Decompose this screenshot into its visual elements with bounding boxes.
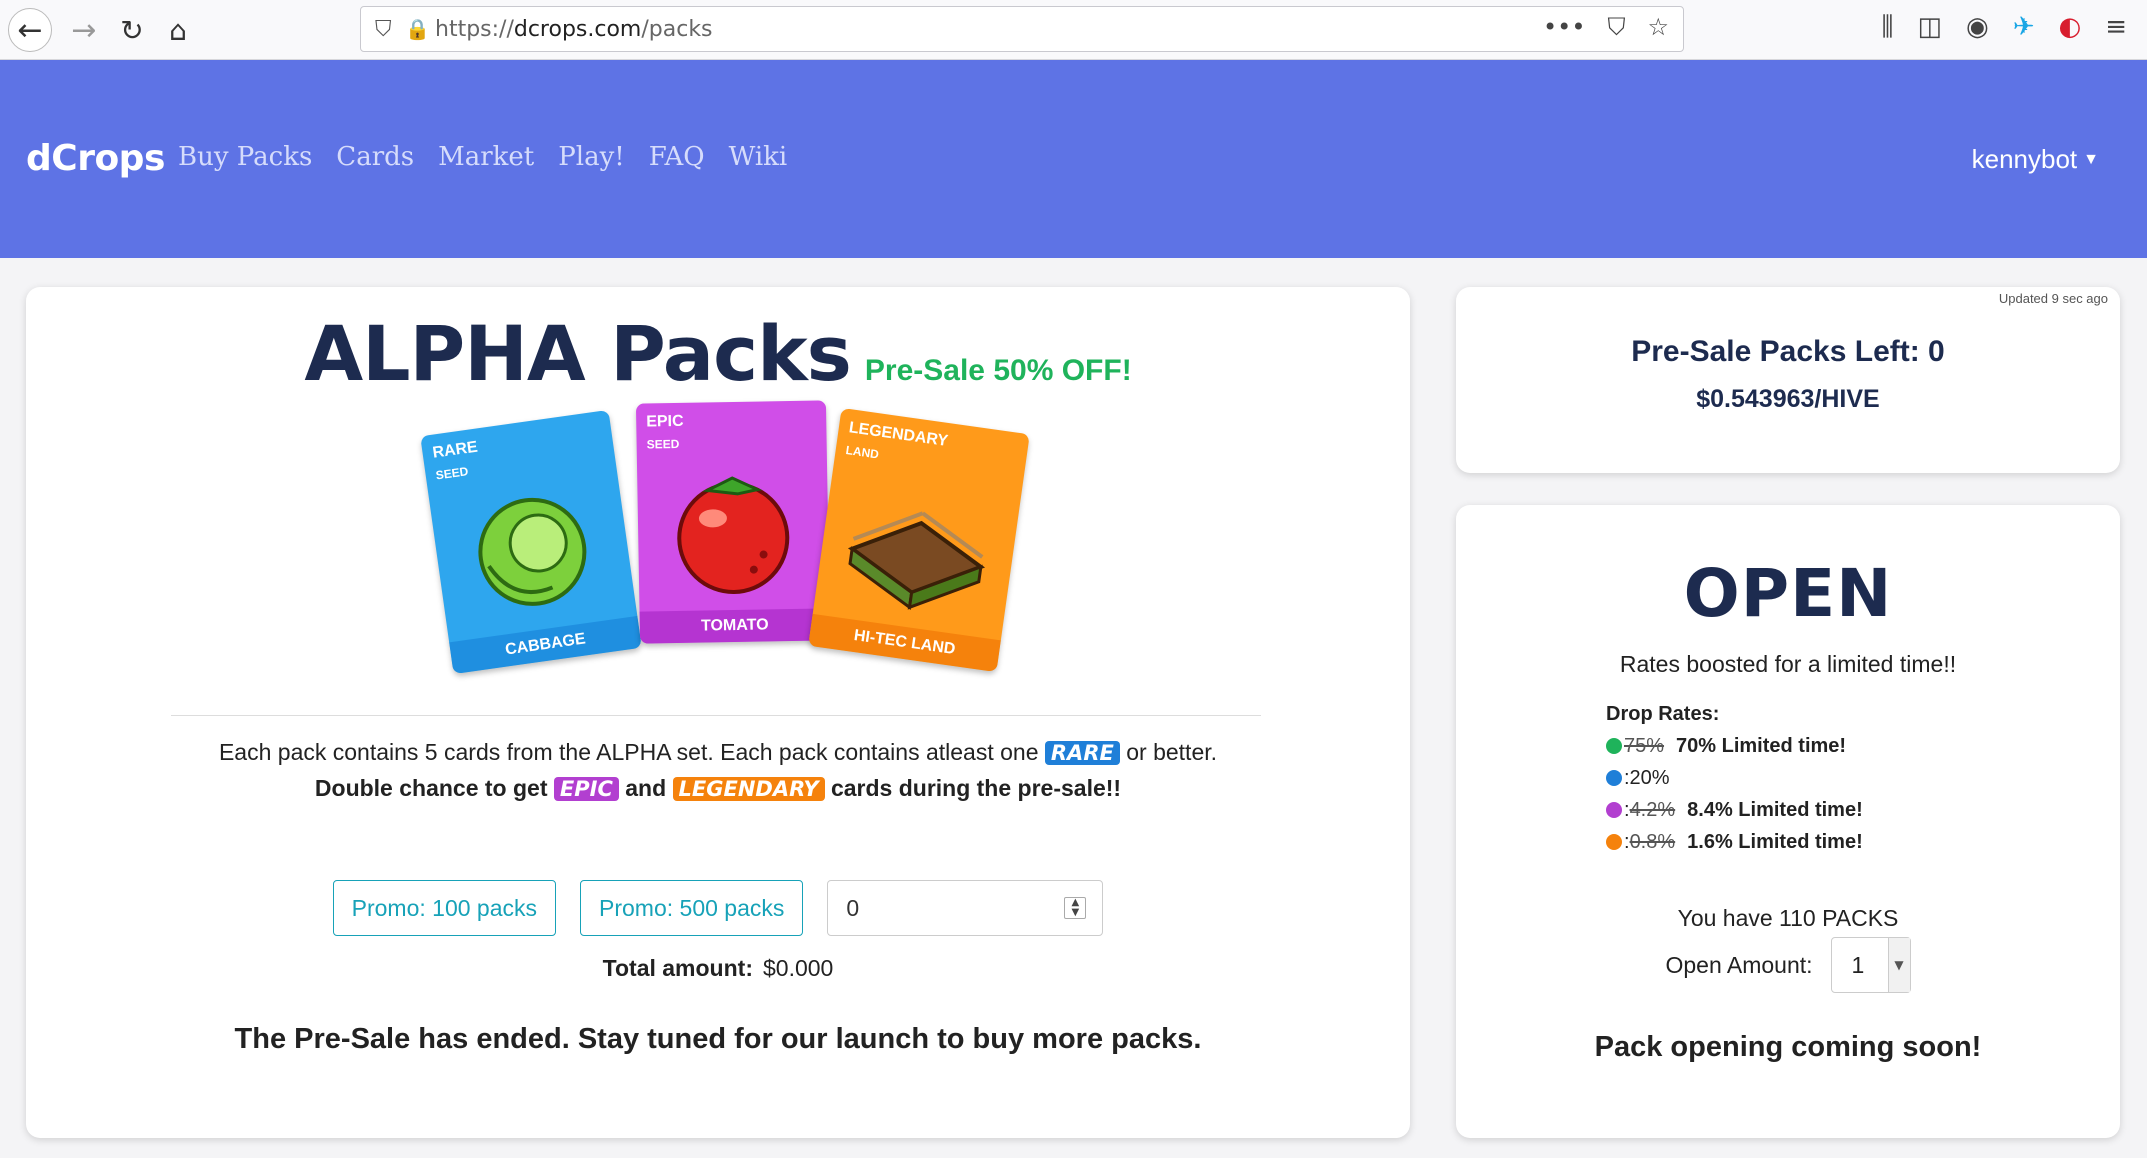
purchase-controls: Promo: 100 packs Promo: 500 packs 0 ▲ ▼	[26, 880, 1410, 936]
more-icon[interactable]: •••	[1543, 13, 1585, 41]
nav-link-buy-packs[interactable]: Buy Packs	[178, 142, 312, 172]
caret-down-icon: ▼	[2083, 151, 2099, 168]
tomato-icon	[677, 476, 790, 594]
promo-100-button[interactable]: Promo: 100 packs	[332, 880, 556, 936]
new-rate: 8.4% Limited time!	[1687, 798, 1863, 821]
land-icon	[847, 511, 986, 611]
open-amount-select[interactable]: 1 ▼	[1830, 937, 1911, 993]
reload-icon[interactable]: ↻	[110, 8, 154, 52]
legendary-tag: LEGENDARY	[672, 777, 825, 801]
presale-status-card: Updated 9 sec ago Pre-Sale Packs Left: 0…	[1456, 287, 2120, 473]
nav-link-cards[interactable]: Cards	[336, 142, 414, 172]
card-type: LAND	[844, 443, 880, 462]
total-label: Total amount:	[602, 955, 753, 981]
card-name: TOMATO	[639, 608, 831, 644]
username: kennybot	[1971, 144, 2078, 174]
rate-value: :20%	[1624, 766, 1670, 789]
open-title: OPEN	[1683, 555, 1893, 632]
hive-price: $0.543963/HIVE	[1696, 385, 1880, 413]
nav-links: Buy Packs Cards Market Play! FAQ Wiki	[178, 142, 787, 172]
drop-rate-row: :20%	[1606, 762, 1863, 794]
open-packs-card: OPEN Rates boosted for a limited time!! …	[1456, 505, 2120, 1138]
site-navbar: dCrops Buy Packs Cards Market Play! FAQ …	[0, 60, 2147, 258]
epic-tag: EPIC	[553, 777, 619, 801]
shield-icon[interactable]: ⛉	[375, 17, 405, 42]
rare-dot-icon	[1606, 770, 1622, 786]
card-cabbage: RARE SEED CABBAGE	[420, 409, 642, 675]
lock-icon[interactable]: 🔒	[405, 17, 435, 41]
address-bar[interactable]: ⛉ 🔒 https://dcrops.com/packs ••• ⛉ ☆	[360, 6, 1684, 52]
url-text[interactable]: https://dcrops.com/packs	[435, 17, 713, 42]
promo-500-button[interactable]: Promo: 500 packs	[580, 880, 804, 936]
packs-left: Pre-Sale Packs Left: 0	[1631, 335, 1945, 368]
new-rate: 70% Limited time!	[1676, 734, 1847, 757]
old-rate: 75%	[1624, 734, 1665, 757]
home-icon[interactable]: ⌂	[156, 8, 200, 52]
quantity-input[interactable]: 0 ▲ ▼	[827, 880, 1104, 936]
card-type: SEED	[434, 464, 470, 483]
forward-icon[interactable]: →	[62, 8, 106, 52]
card-rarity: EPIC	[646, 412, 684, 431]
back-icon[interactable]: ←	[8, 8, 52, 52]
nav-link-play[interactable]: Play!	[558, 142, 624, 172]
legendary-dot-icon	[1606, 834, 1622, 850]
sale-badge: Pre-Sale 50% OFF!	[864, 354, 1132, 387]
epic-dot-icon	[1606, 802, 1622, 818]
card-rarity: RARE	[431, 438, 479, 462]
drop-rate-row: : 4.2% 8.4% Limited time!	[1606, 794, 1863, 826]
stepper-icon[interactable]: ▲ ▼	[1064, 897, 1087, 919]
library-icon[interactable]: ⫼	[1881, 12, 1893, 43]
nav-link-faq[interactable]: FAQ	[649, 142, 705, 172]
double-text: and	[625, 775, 667, 801]
new-rate: 1.6% Limited time!	[1687, 830, 1863, 853]
sidebar-icon[interactable]: ◫	[1917, 12, 1942, 43]
double-chance-text: Double chance to get EPIC and LEGENDARY …	[26, 775, 1410, 802]
old-rate: 4.2%	[1629, 798, 1676, 821]
double-text: cards during the pre-sale!!	[830, 775, 1122, 801]
old-rate: 0.8%	[1629, 830, 1676, 853]
open-amount-row: Open Amount: 1 ▼	[1456, 937, 2120, 993]
browser-toolbar: ← → ↻ ⌂ ⛉ 🔒 https://dcrops.com/packs •••…	[0, 0, 2147, 60]
account-icon[interactable]: ◉	[1966, 12, 1989, 43]
description-text: or better.	[1126, 739, 1218, 765]
total-value: $0.000	[762, 955, 834, 981]
total-amount: Total amount: $0.000	[26, 955, 1410, 982]
card-hi-tec-land: LEGENDARY LAND HI-TEC LAND	[808, 407, 1030, 673]
description-text: Each pack contains 5 cards from the ALPH…	[218, 739, 1039, 765]
drop-rates-title: Drop Rates:	[1606, 703, 1720, 725]
nav-link-market[interactable]: Market	[438, 142, 534, 172]
drop-rate-row: 75% 70% Limited time!	[1606, 730, 1863, 762]
rare-dot-icon	[1606, 738, 1622, 754]
quantity-value: 0	[846, 894, 860, 921]
chevron-down-icon[interactable]: ▼	[1887, 938, 1910, 992]
coming-soon-message: Pack opening coming soon!	[1594, 1031, 1982, 1063]
cabbage-icon	[478, 497, 587, 606]
extension-icon[interactable]: ◐	[2059, 12, 2082, 43]
extension-icon[interactable]: ✈	[2013, 12, 2035, 43]
user-menu[interactable]: kennybot ▼	[1972, 144, 2099, 175]
rare-tag: RARE	[1044, 741, 1120, 765]
card-tomato: EPIC SEED TOMATO	[635, 400, 831, 644]
drop-rate-row: : 0.8% 1.6% Limited time!	[1606, 826, 1863, 858]
presale-ended-message: The Pre-Sale has ended. Stay tuned for o…	[234, 1023, 1202, 1055]
pack-description: Each pack contains 5 cards from the ALPH…	[26, 739, 1410, 766]
packs-card: ALPHA Packs Pre-Sale 50% OFF! RARE SEED C…	[26, 287, 1410, 1138]
menu-icon[interactable]: ≡	[2105, 12, 2127, 43]
drop-rates: Drop Rates: 75% 70% Limited time! :20% :…	[1606, 703, 1863, 858]
page-title: ALPHA Packs	[304, 309, 852, 398]
pocket-icon[interactable]: ⛉	[1607, 13, 1625, 41]
open-amount-value: 1	[1851, 951, 1865, 978]
packs-owned: You have 110 PACKS	[1677, 905, 1899, 931]
updated-timestamp: Updated 9 sec ago	[1998, 291, 2108, 306]
card-type: SEED	[646, 436, 680, 452]
brand-logo[interactable]: dCrops	[26, 138, 165, 179]
double-text: Double chance to get	[314, 775, 548, 801]
divider	[171, 715, 1261, 716]
star-icon[interactable]: ☆	[1647, 13, 1669, 41]
pack-preview: RARE SEED CABBAGE EPIC SEED TOMATO LEGEN…	[406, 400, 1056, 702]
open-amount-label: Open Amount:	[1665, 951, 1813, 978]
nav-link-wiki[interactable]: Wiki	[729, 142, 788, 172]
boost-text: Rates boosted for a limited time!!	[1619, 651, 1957, 677]
